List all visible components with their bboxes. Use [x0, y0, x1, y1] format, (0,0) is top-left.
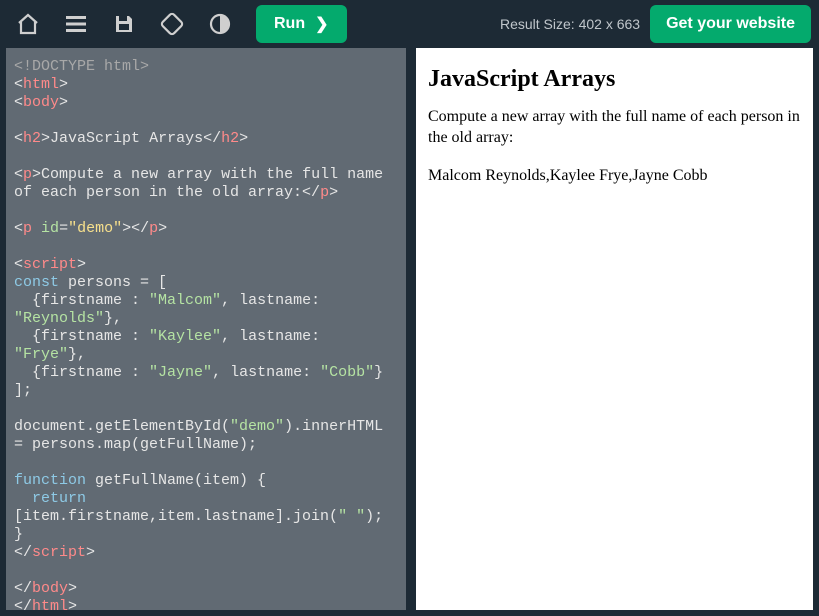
code-content: <!DOCTYPE html> <html> <body> <h2>JavaSc…: [6, 48, 406, 610]
get-website-label: Get your website: [666, 15, 795, 33]
menu-icon[interactable]: [52, 0, 100, 48]
result-heading: JavaScript Arrays: [428, 66, 801, 93]
rotate-icon[interactable]: [148, 0, 196, 48]
code-editor[interactable]: <!DOCTYPE html> <html> <body> <h2>JavaSc…: [6, 48, 406, 610]
result-pane: JavaScript Arrays Compute a new array wi…: [416, 48, 813, 610]
panes: <!DOCTYPE html> <html> <body> <h2>JavaSc…: [0, 48, 819, 616]
theme-icon[interactable]: [196, 0, 244, 48]
get-website-button[interactable]: Get your website: [650, 5, 811, 43]
run-label: Run: [274, 15, 305, 33]
chevron-right-icon: ❯: [315, 14, 328, 34]
result-desc: Compute a new array with the full name o…: [428, 107, 801, 149]
toolbar: Run ❯ Result Size: 402 x 663 Get your we…: [0, 0, 819, 48]
result-size-label: Result Size: 402 x 663: [500, 16, 640, 32]
result-output: Malcom Reynolds,Kaylee Frye,Jayne Cobb: [428, 167, 801, 185]
run-button[interactable]: Run ❯: [256, 5, 347, 43]
home-icon[interactable]: [4, 0, 52, 48]
save-icon[interactable]: [100, 0, 148, 48]
